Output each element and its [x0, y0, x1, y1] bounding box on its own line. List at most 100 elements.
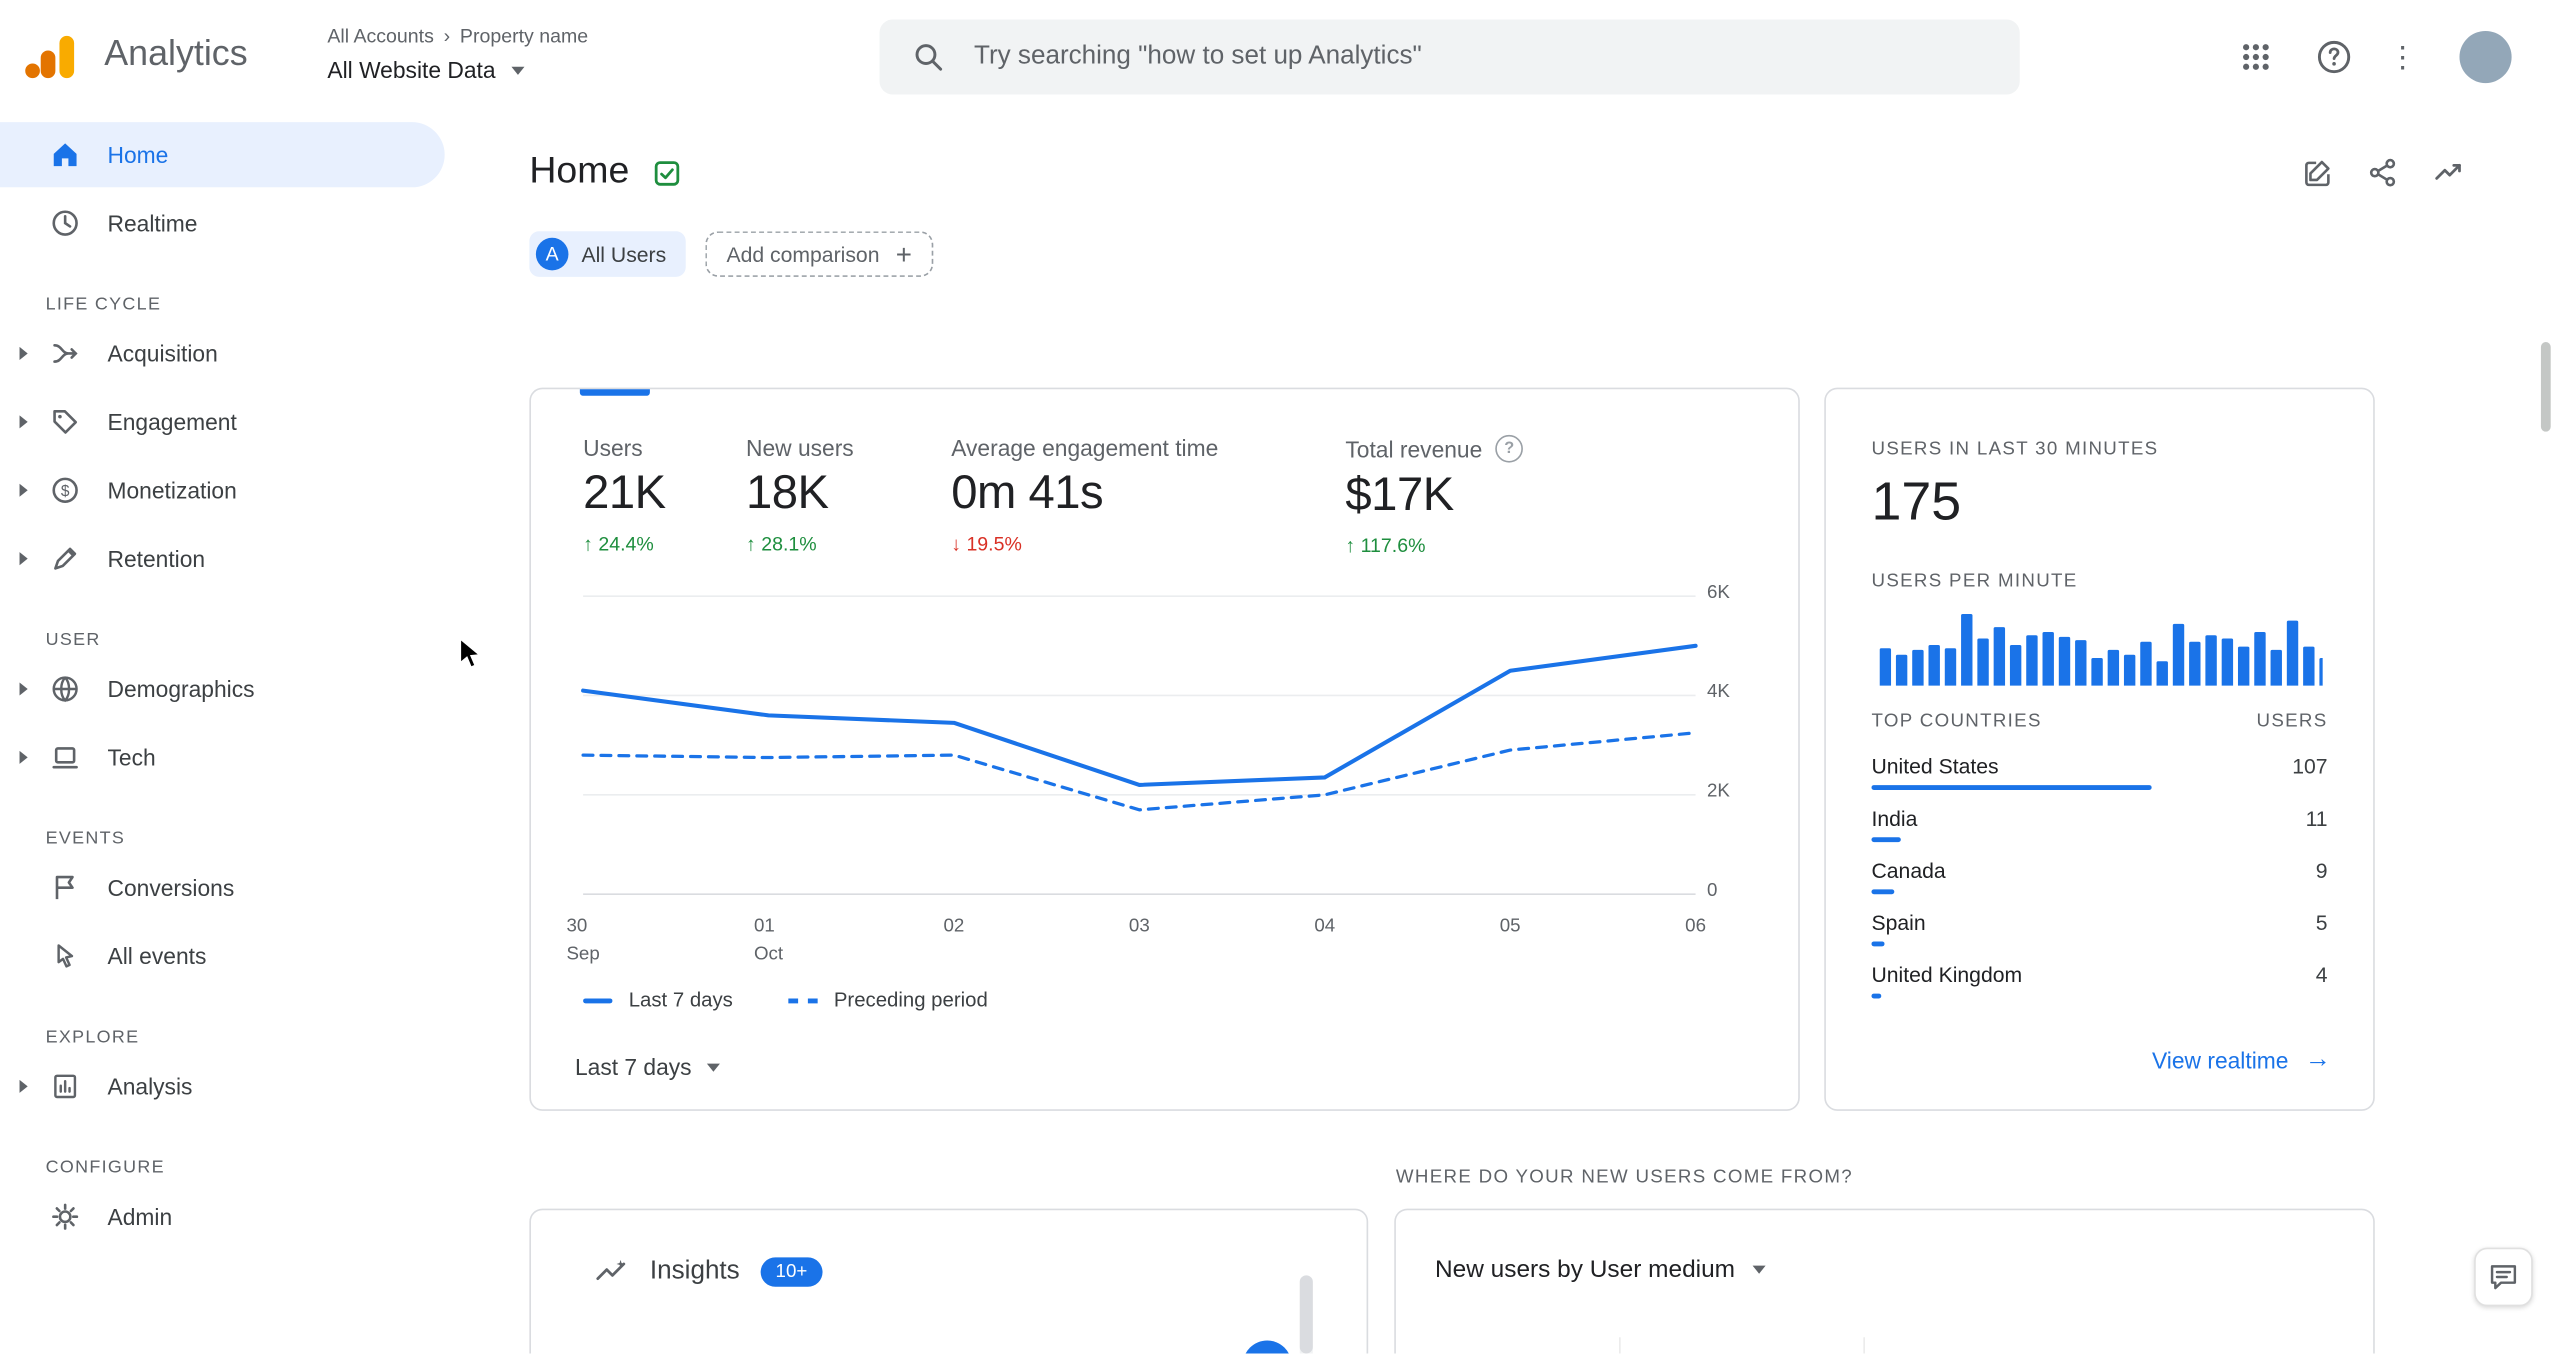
y-axis-labels: 6K 4K 2K 0: [1706, 583, 1772, 901]
add-comparison-chip[interactable]: Add comparison +: [705, 231, 934, 277]
metric-value: 18K: [745, 467, 829, 520]
sidebar-item-realtime[interactable]: Realtime: [0, 191, 445, 256]
all-users-chip[interactable]: A All Users: [529, 231, 686, 277]
y-tick-label: 4K: [1706, 682, 1730, 703]
sidebar-item-conversions[interactable]: Conversions: [0, 855, 445, 920]
analytics-home-page: Analytics All Accounts Property name All…: [0, 0, 2554, 1354]
y-tick-label: 0: [1706, 881, 1718, 901]
minute-bar: [2254, 631, 2266, 686]
overflow-menu-button[interactable]: ⋮: [2380, 34, 2426, 80]
overflow-menu-icon: ⋮: [2387, 40, 2418, 74]
sidebar-item-demographics[interactable]: Demographics: [0, 656, 445, 721]
sidebar-item-label: Home: [107, 141, 169, 168]
new-users-dimension-selector[interactable]: New users by User medium: [1434, 1255, 1766, 1284]
metric-delta: 117.6%: [1345, 534, 1523, 557]
sidebar-item-all-events[interactable]: All events: [0, 924, 445, 989]
metric-value: 0m 41s: [951, 467, 1104, 520]
sidebar-item-admin[interactable]: Admin: [0, 1184, 445, 1249]
chevron-right-icon[interactable]: [7, 751, 40, 764]
help-button[interactable]: [2311, 34, 2357, 80]
all-users-chip-label: All Users: [581, 241, 667, 267]
chevron-right-icon[interactable]: [7, 1080, 40, 1093]
customize-report-button[interactable]: [2295, 150, 2341, 196]
country-row: Spain 5: [1871, 910, 2328, 962]
sidebar-item-engagement[interactable]: Engagement: [0, 389, 445, 454]
top-countries-list: United States 107 India 11 Canada 9 Spain 5 …: [1871, 754, 2328, 1015]
country-row: United Kingdom 4: [1871, 962, 2328, 1015]
chevron-down-icon: [511, 65, 525, 75]
date-range-label: Last 7 days: [574, 1053, 692, 1080]
sidebar-item-analysis[interactable]: Analysis: [0, 1054, 445, 1119]
insights-scrollbar[interactable]: [1299, 1275, 1313, 1354]
page-title: Home: [529, 148, 630, 191]
sidebar-item-retention[interactable]: Retention: [0, 526, 445, 591]
metric-label-text: Total revenue: [1345, 435, 1483, 462]
country-users: 9: [2315, 858, 2328, 883]
sidebar-section-lifecycle: LIFE CYCLE Acquisition Engagement $ Mone…: [0, 295, 458, 591]
avatar[interactable]: [2459, 30, 2512, 84]
x-tick-label: 05: [1499, 917, 1521, 937]
chevron-right-icon[interactable]: [7, 682, 40, 695]
breadcrumb-all-accounts[interactable]: All Accounts: [327, 24, 433, 47]
country-users: 4: [2315, 962, 2328, 988]
new-users-card-title: New users by User medium: [1434, 1255, 1736, 1284]
sidebar-item-home[interactable]: Home: [0, 122, 445, 188]
chevron-right-icon[interactable]: [7, 484, 40, 497]
metric-label: Users: [583, 434, 643, 461]
country-bar: [1871, 889, 1896, 895]
metric-new-users: New users 18K 28.1%: [746, 435, 854, 556]
search-input[interactable]: [970, 40, 1890, 74]
chevron-right-icon[interactable]: [7, 552, 40, 565]
share-button[interactable]: [2360, 150, 2406, 196]
breadcrumb[interactable]: All Accounts Property name: [327, 24, 588, 47]
country-name: Canada: [1871, 858, 1946, 883]
add-comparison-label: Add comparison: [726, 241, 880, 267]
global-search[interactable]: [879, 19, 2020, 95]
chevron-right-icon[interactable]: [7, 347, 40, 360]
date-range-selector[interactable]: Last 7 days: [574, 1053, 720, 1080]
x-tick-label: 30 Sep: [566, 917, 600, 964]
y-tick-label: 2K: [1706, 781, 1730, 802]
section-label: EVENTS: [45, 829, 126, 849]
feedback-button[interactable]: [2474, 1247, 2533, 1307]
breadcrumb-property-name[interactable]: Property name: [460, 24, 588, 47]
country-users: 5: [2315, 910, 2328, 935]
sidebar: Home Realtime LIFE CYCLE Acquisition Eng…: [0, 115, 458, 1354]
sidebar-item-monetization[interactable]: $ Monetization: [0, 458, 445, 523]
trending-icon: [2435, 163, 2461, 180]
main-content: Home A All Users Add comparison + Users …: [457, 115, 2554, 1354]
arrow-right-icon: →: [2304, 1045, 2331, 1074]
insights-card: Insights 10+: [529, 1208, 1369, 1354]
view-realtime-link[interactable]: View realtime →: [2152, 1045, 2331, 1074]
chevron-right-icon[interactable]: [7, 415, 40, 428]
new-users-card: New users by User medium: [1394, 1208, 2375, 1354]
apps-grid-button[interactable]: [2233, 34, 2279, 80]
scrollbar-thumb[interactable]: [1299, 1275, 1313, 1354]
insight-action-chip[interactable]: [1242, 1340, 1292, 1354]
analytics-logo-icon[interactable]: [24, 29, 79, 84]
help-icon[interactable]: ?: [1495, 434, 1524, 463]
engagement-icon: [49, 406, 82, 439]
sidebar-item-tech[interactable]: Tech: [0, 725, 445, 790]
overview-line-chart: [581, 595, 1698, 896]
top-bar: Analytics All Accounts Property name All…: [0, 0, 2554, 116]
page-scrollbar-thumb[interactable]: [2540, 342, 2551, 432]
minute-bar: [1961, 614, 1973, 686]
country-row: Canada 9: [1871, 858, 2328, 910]
minute-bar: [2123, 654, 2136, 686]
sidebar-item-acquisition[interactable]: Acquisition: [0, 321, 445, 386]
minute-bar: [1993, 627, 2006, 686]
table-column-divider: [1863, 1337, 1865, 1354]
property-selector[interactable]: All Website Data: [327, 57, 525, 83]
minute-bar: [2270, 649, 2282, 686]
devices-icon: [49, 741, 82, 774]
insights-count-badge: 10+: [760, 1257, 822, 1287]
globe-icon: [49, 673, 82, 706]
minute-bar: [2009, 645, 2022, 686]
sidebar-section-main: Home Realtime: [0, 122, 458, 256]
insights-button[interactable]: [2425, 150, 2471, 196]
country-bar: [1871, 993, 1882, 999]
clock-icon: [49, 207, 82, 240]
legend-solid-sample: [583, 997, 613, 1003]
comparison-chips: A All Users Add comparison +: [529, 231, 934, 277]
